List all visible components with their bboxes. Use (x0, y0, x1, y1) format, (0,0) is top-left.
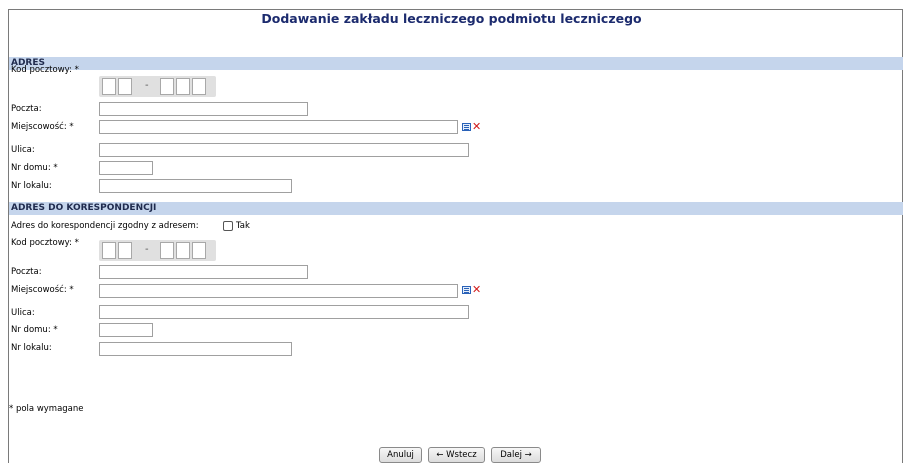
same-address-option-label: Tak (236, 221, 250, 231)
corr-street-label: Ulica: (11, 308, 35, 318)
city-label: Miejscowość: * (11, 122, 74, 132)
postal-code-label: Kod pocztowy: * (11, 65, 79, 75)
house-number-label: Nr domu: * (11, 163, 58, 173)
list-icon[interactable] (462, 123, 471, 131)
same-address-label: Adres do korespondencji zgodny z adresem… (11, 221, 199, 231)
corr-postal-digit-4[interactable] (176, 242, 190, 259)
post-office-label: Poczta: (11, 104, 42, 114)
street-input[interactable] (99, 143, 469, 157)
city-input[interactable] (99, 120, 458, 134)
apartment-number-label: Nr lokalu: (11, 181, 52, 191)
corr-house-number-input[interactable] (99, 323, 153, 337)
postal-digit-1[interactable] (102, 78, 116, 95)
corr-city-label: Miejscowość: * (11, 285, 74, 295)
corr-house-number-label: Nr domu: * (11, 325, 58, 335)
corr-clear-icon[interactable]: ✕ (472, 284, 481, 295)
postal-code-field: - (99, 76, 216, 97)
page-title: Dodawanie zakładu leczniczego podmiotu l… (261, 11, 642, 26)
section-header-correspondence: ADRES DO KORESPONDENCJI (9, 202, 903, 215)
corr-city-input[interactable] (99, 284, 458, 298)
postal-separator: - (145, 80, 149, 91)
corr-post-office-label: Poczta: (11, 267, 42, 277)
postal-digit-2[interactable] (118, 78, 132, 95)
section-header-address: ADRES (9, 57, 903, 70)
corr-apartment-number-label: Nr lokalu: (11, 343, 52, 353)
corr-postal-code-field: - (99, 240, 216, 261)
corr-post-office-input[interactable] (99, 265, 308, 279)
corr-apartment-number-input[interactable] (99, 342, 292, 356)
post-office-input[interactable] (99, 102, 308, 116)
clear-icon[interactable]: ✕ (472, 121, 481, 132)
corr-postal-code-label: Kod pocztowy: * (11, 238, 79, 248)
apartment-number-input[interactable] (99, 179, 292, 193)
corr-postal-digit-2[interactable] (118, 242, 132, 259)
back-button[interactable]: ← Wstecz (428, 447, 485, 463)
cancel-button[interactable]: Anuluj (379, 447, 422, 463)
house-number-input[interactable] (99, 161, 153, 175)
postal-digit-4[interactable] (176, 78, 190, 95)
postal-digit-3[interactable] (160, 78, 174, 95)
corr-list-icon[interactable] (462, 286, 471, 294)
next-button[interactable]: Dalej → (491, 447, 541, 463)
required-fields-note: * pola wymagane (9, 404, 84, 414)
corr-street-input[interactable] (99, 305, 469, 319)
postal-digit-5[interactable] (192, 78, 206, 95)
corr-postal-digit-5[interactable] (192, 242, 206, 259)
corr-postal-separator: - (145, 244, 149, 255)
corr-postal-digit-1[interactable] (102, 242, 116, 259)
street-label: Ulica: (11, 145, 35, 155)
corr-postal-digit-3[interactable] (160, 242, 174, 259)
same-address-checkbox[interactable] (223, 221, 233, 231)
